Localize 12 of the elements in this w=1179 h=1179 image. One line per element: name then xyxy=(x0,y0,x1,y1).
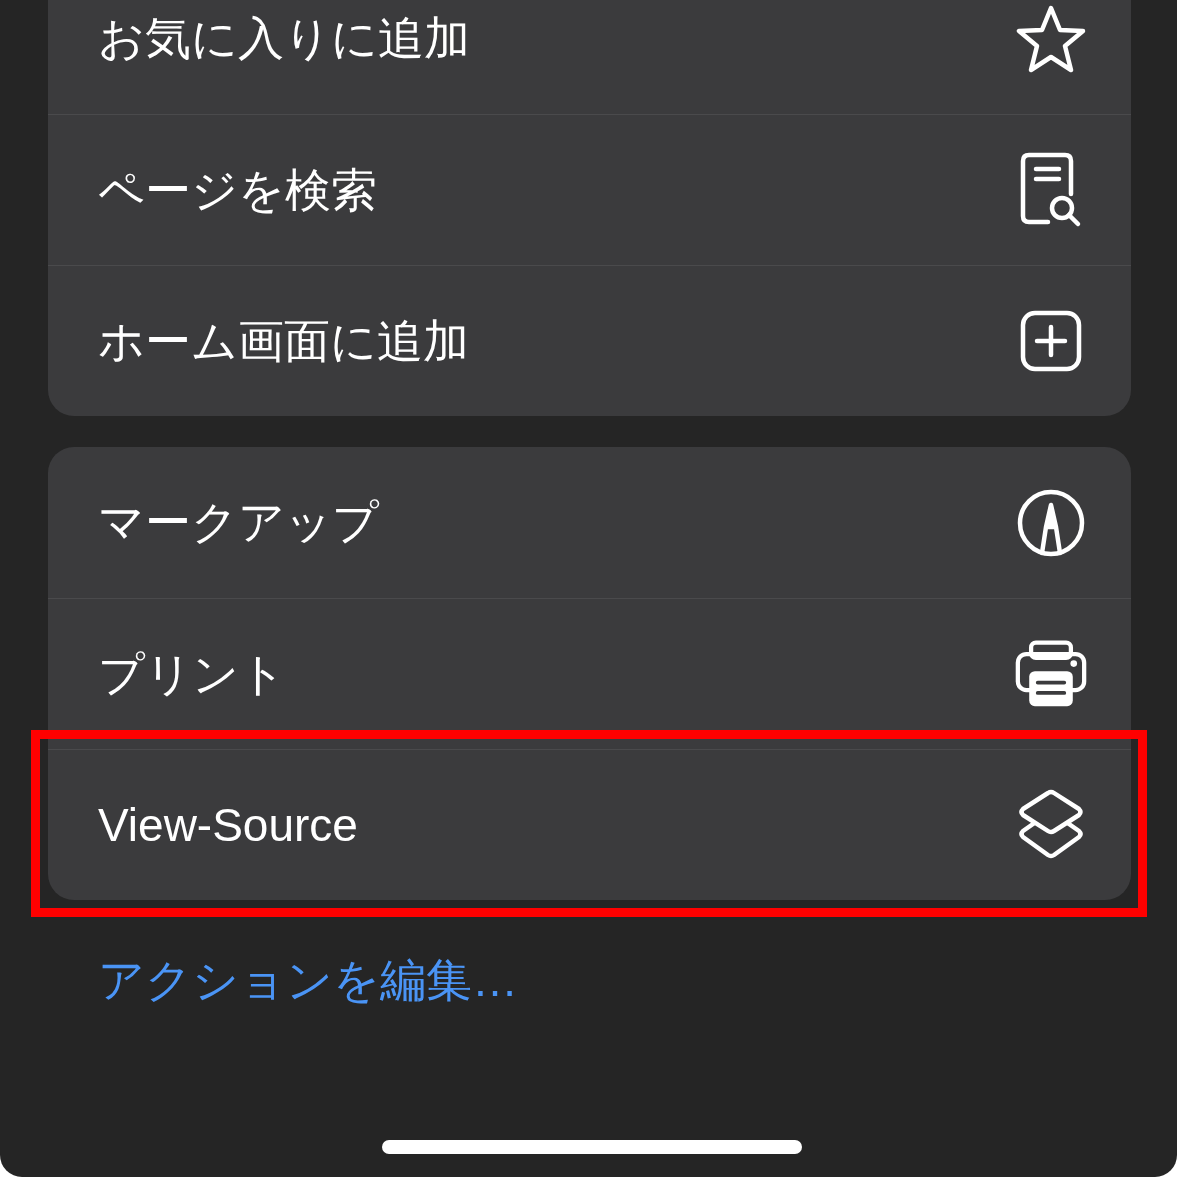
menu-item[interactable]: マークアップ xyxy=(48,447,1131,598)
menu-item[interactable]: ホーム画面に追加 xyxy=(48,266,1131,416)
stacked-layers-icon xyxy=(1018,789,1084,861)
star-icon xyxy=(1015,3,1087,74)
menu-item[interactable]: View-Source xyxy=(48,750,1131,900)
pen-circle-icon xyxy=(1017,488,1085,557)
edit-actions-link[interactable]: アクションを編集… xyxy=(98,953,518,1009)
document-search-icon xyxy=(1020,152,1082,228)
plus-square-icon xyxy=(1020,310,1082,372)
menu-item[interactable]: プリント xyxy=(48,599,1131,749)
menu-item[interactable]: ページを検索 xyxy=(48,115,1131,265)
menu-item[interactable]: お気に入りに追加 xyxy=(48,0,1131,114)
